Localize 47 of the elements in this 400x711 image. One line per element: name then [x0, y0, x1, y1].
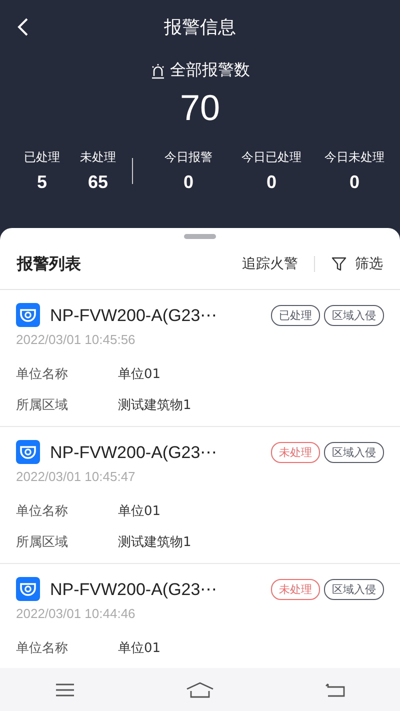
device-name[interactable]: NP-FVW200-A(G23⋯: [50, 304, 267, 326]
page-title: 报警信息: [164, 16, 236, 39]
stat-label: 已处理: [24, 149, 60, 166]
alarm-time: 2022/03/01 10:45:47: [16, 469, 136, 486]
field-label: 单位名称: [16, 366, 69, 382]
track-fire-link[interactable]: 追踪火警: [242, 255, 298, 273]
home-icon[interactable]: [186, 682, 214, 698]
camera-icon: [16, 303, 40, 327]
type-tag: 区域入侵: [324, 442, 384, 462]
field-value: 单位01: [118, 366, 161, 382]
total-count: 70: [178, 87, 222, 129]
stat-value: 0: [183, 172, 194, 193]
status-tag: 未处理: [271, 578, 320, 600]
total-label: 全部报警数: [170, 60, 250, 81]
camera-icon: [16, 577, 40, 601]
filter-button[interactable]: 筛选: [355, 255, 383, 273]
field-label: 单位名称: [16, 502, 69, 520]
alarm-time: 2022/03/01 10:45:56: [16, 332, 136, 349]
alarm-time: 2022/03/01 10:44:46: [16, 606, 136, 623]
stat-label: 今日报警: [164, 149, 212, 166]
stat-label: 今日已处理: [242, 149, 302, 166]
field-value: 单位01: [118, 502, 161, 520]
status-tag: 已处理: [271, 304, 320, 326]
type-tag: 区域入侵: [324, 304, 384, 326]
stat-value: 5: [36, 172, 47, 193]
stat-value: 0: [349, 172, 360, 193]
status-tag: 未处理: [271, 442, 320, 462]
filter-icon[interactable]: [331, 256, 347, 272]
stat-label: 今日未处理: [324, 149, 384, 166]
field-value: 测试建筑物1: [118, 396, 192, 414]
field-value: 单位01: [118, 640, 161, 656]
drag-handle[interactable]: [184, 234, 216, 239]
stat-value: 0: [266, 172, 276, 193]
camera-icon: [16, 440, 40, 464]
stat-value: 65: [88, 172, 108, 193]
device-name[interactable]: NP-FVW200-A(G23⋯: [50, 442, 267, 462]
type-tag: 区域入侵: [324, 578, 384, 600]
alarm-light-icon: [150, 62, 166, 78]
field-label: 单位名称: [16, 640, 69, 656]
field-value: 测试建筑物1: [118, 534, 192, 550]
back-icon[interactable]: [324, 682, 345, 696]
stat-label: 未处理: [80, 149, 116, 166]
device-name[interactable]: NP-FVW200-A(G23⋯: [50, 578, 267, 600]
field-label: 所属区域: [16, 534, 69, 550]
menu-icon[interactable]: [55, 682, 76, 696]
field-label: 所属区域: [16, 396, 69, 414]
list-title: 报警列表: [17, 254, 82, 274]
